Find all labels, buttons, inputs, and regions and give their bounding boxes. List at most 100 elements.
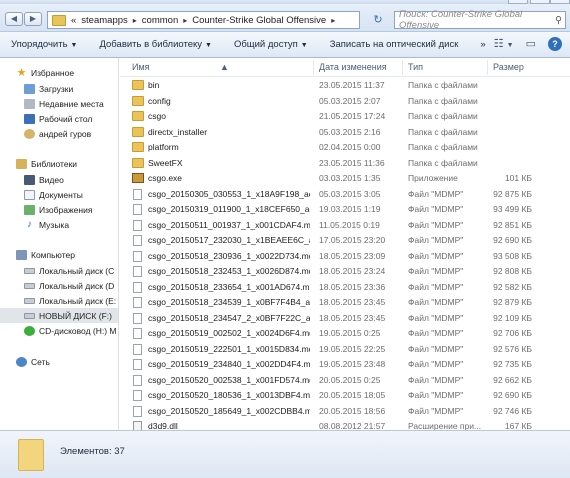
column-divider[interactable] [313, 60, 314, 75]
file-name: csgo_20150518_232453_1_x0026D874.md... [148, 266, 310, 276]
nav-downloads[interactable]: Загрузки [24, 81, 73, 96]
file-row[interactable]: csgo_20150520_002538_1_x001FD574.md... 20… [120, 373, 570, 389]
file-row[interactable]: SweetFX 23.05.2015 11:36 Папка с файлами [120, 156, 570, 172]
preview-pane-button[interactable]: ▭ [526, 37, 536, 51]
file-row[interactable]: platform 02.04.2015 0:00 Папка с файлами [120, 140, 570, 156]
file-row[interactable]: csgo_20150520_180536_1_x0013DBF4.md... 20… [120, 388, 570, 404]
file-icon [133, 328, 142, 339]
search-input[interactable]: Поиск: Counter-Strike Global Offensive ⚲ [394, 9, 566, 31]
disk-drive-icon [24, 282, 35, 289]
nav-disk-f[interactable]: НОВЫЙ ДИСК (F:) [0, 308, 118, 323]
file-size: 92 690 КБ [493, 235, 532, 245]
nav-video[interactable]: Видео [24, 172, 64, 187]
file-size: 92 582 КБ [493, 281, 532, 292]
cd-drive-icon [24, 325, 35, 336]
nav-disk-e-label: Локальный диск (E: [39, 295, 117, 306]
nav-recent[interactable]: Недавние места [24, 96, 104, 111]
breadcrumb-item-common[interactable]: common [142, 15, 178, 26]
file-name: csgo_20150520_180536_1_x0013DBF4.md... [148, 390, 310, 400]
nav-disk-e[interactable]: Локальный диск (E: [24, 293, 116, 308]
nav-disk-d[interactable]: Локальный диск (D [24, 278, 114, 293]
nav-computer[interactable]: Компьютер [16, 247, 75, 262]
file-row[interactable]: csgo_20150518_233654_1_x001AD674.md... 18… [120, 280, 570, 296]
folder-icon [132, 80, 144, 90]
file-row[interactable]: csgo_20150511_001937_1_x001CDAF4.md... 11… [120, 218, 570, 234]
column-divider[interactable] [402, 60, 403, 75]
file-row[interactable]: d3d9.dll 08.08.2012 21:57 Расширение при..… [120, 419, 570, 430]
add-to-library-button[interactable]: Добавить в библиотеку ▼ [88, 39, 222, 50]
nav-user[interactable]: андрей гуров [24, 126, 91, 141]
column-type[interactable]: Тип [408, 62, 423, 72]
nav-documents[interactable]: Документы [24, 187, 83, 202]
column-date[interactable]: Дата изменения [319, 62, 387, 72]
file-type: Файл "MDMP" [408, 219, 464, 230]
nav-disk-c[interactable]: Локальный диск (C [24, 263, 114, 278]
file-row[interactable]: csgo_20150520_185649_1_x002CDBB4.md... 20… [120, 404, 570, 420]
breadcrumb-item-steamapps[interactable]: steamapps [81, 15, 127, 26]
breadcrumb[interactable]: « steamapps ▸ common ▸ Counter-Strike Gl… [47, 11, 360, 29]
nav-favorites[interactable]: ★ Избранное [16, 65, 75, 80]
column-header: ▲ Имя Дата изменения Тип Размер [120, 58, 570, 77]
file-row[interactable]: directx_installer 05.03.2015 2:16 Папка с … [120, 125, 570, 141]
nav-libraries[interactable]: Библиотеки [16, 156, 77, 171]
more-commands-button[interactable]: » [469, 39, 496, 50]
file-date: 11.05.2015 0:19 [319, 219, 380, 230]
file-type: Файл "MDMP" [408, 204, 464, 214]
breadcrumb-overflow[interactable]: « [71, 15, 76, 26]
nav-images[interactable]: Изображения [24, 202, 92, 217]
file-row[interactable]: csgo_20150518_232453_1_x0026D874.md... 18… [120, 264, 570, 280]
nav-music[interactable]: ♪ Музыка [24, 217, 69, 232]
network-icon [16, 356, 27, 367]
file-row[interactable]: csgo.exe 03.03.2015 1:35 Приложение 101 КБ [120, 171, 570, 187]
file-row[interactable]: csgo_20150518_234547_2_x0BF7F22C_acc... 1… [120, 311, 570, 327]
sort-ascending-icon: ▲ [220, 62, 229, 72]
file-name: csgo.exe [148, 173, 183, 183]
file-name: csgo_20150519_234840_1_x002DD4F4.md... [148, 359, 310, 369]
view-options-button[interactable]: ☷ ▼ [494, 37, 514, 51]
chevron-right-icon[interactable]: ▸ [183, 16, 187, 25]
file-size: 92 662 КБ [493, 374, 532, 385]
nav-downloads-label: Загрузки [39, 83, 74, 94]
computer-icon [16, 249, 27, 260]
documents-icon [24, 189, 35, 200]
nav-network[interactable]: Сеть [16, 354, 50, 369]
file-type: Расширение при... [408, 421, 482, 430]
file-row[interactable]: csgo_20150519_234840_1_x002DD4F4.md... 19… [120, 357, 570, 373]
folder-icon [52, 14, 66, 26]
file-row[interactable]: csgo_20150519_002502_1_x0024D6F4.md... 19… [120, 326, 570, 342]
file-icon [133, 188, 142, 200]
chevron-right-icon[interactable]: ▸ [133, 16, 137, 25]
nav-recent-label: Недавние места [39, 98, 104, 109]
chevron-down-icon: ▼ [70, 42, 78, 49]
chevron-right-icon[interactable]: ▸ [331, 16, 335, 25]
file-name: csgo_20150517_232030_1_x1BEAEE6C_acc... [148, 235, 310, 245]
file-row[interactable]: csgo 21.05.2015 17:24 Папка с файлами [120, 109, 570, 125]
file-row[interactable]: bin 23.05.2015 11:37 Папка с файлами [120, 78, 570, 94]
file-size: 167 КБ [504, 421, 532, 430]
help-icon[interactable]: ? [548, 37, 562, 51]
nav-desktop-label: Рабочий стол [39, 113, 93, 124]
file-row[interactable]: csgo_20150519_222501_1_x0015D834.md... 19… [120, 342, 570, 358]
file-row[interactable]: config 05.03.2015 2:07 Папка с файлами [120, 94, 570, 110]
column-name[interactable]: Имя [132, 62, 150, 72]
file-row[interactable]: csgo_20150319_011900_1_x18CEF650_acc... 1… [120, 202, 570, 218]
share-button[interactable]: Общий доступ ▼ [223, 39, 319, 50]
file-date: 20.05.2015 18:56 [319, 405, 386, 416]
nav-cd-drive[interactable]: CD-дисковод (H:) M [24, 323, 117, 338]
file-row[interactable]: csgo_20150518_230936_1_x0022D734.md... 18… [120, 249, 570, 265]
column-size[interactable]: Размер [493, 62, 524, 72]
refresh-button[interactable]: ↻ [368, 12, 388, 28]
file-row[interactable]: csgo_20150305_030553_1_x18A9F198_acc... 0… [120, 187, 570, 203]
organize-button[interactable]: Упорядочить ▼ [0, 39, 88, 50]
back-button[interactable]: ◀ [5, 12, 23, 26]
file-date: 02.04.2015 0:00 [319, 142, 381, 152]
file-row[interactable]: csgo_20150517_232030_1_x1BEAEE6C_acc... 1… [120, 233, 570, 249]
file-date: 18.05.2015 23:45 [319, 297, 386, 307]
nav-desktop[interactable]: Рабочий стол [24, 111, 92, 126]
forward-button[interactable]: ▶ [24, 12, 42, 26]
file-name: config [148, 95, 171, 106]
breadcrumb-item-csgo[interactable]: Counter-Strike Global Offensive [192, 15, 326, 26]
burn-disc-button[interactable]: Записать на оптический диск [319, 39, 470, 50]
file-row[interactable]: csgo_20150518_234539_1_x0BF7F4B4_acc... 1… [120, 295, 570, 311]
column-divider[interactable] [487, 60, 488, 75]
